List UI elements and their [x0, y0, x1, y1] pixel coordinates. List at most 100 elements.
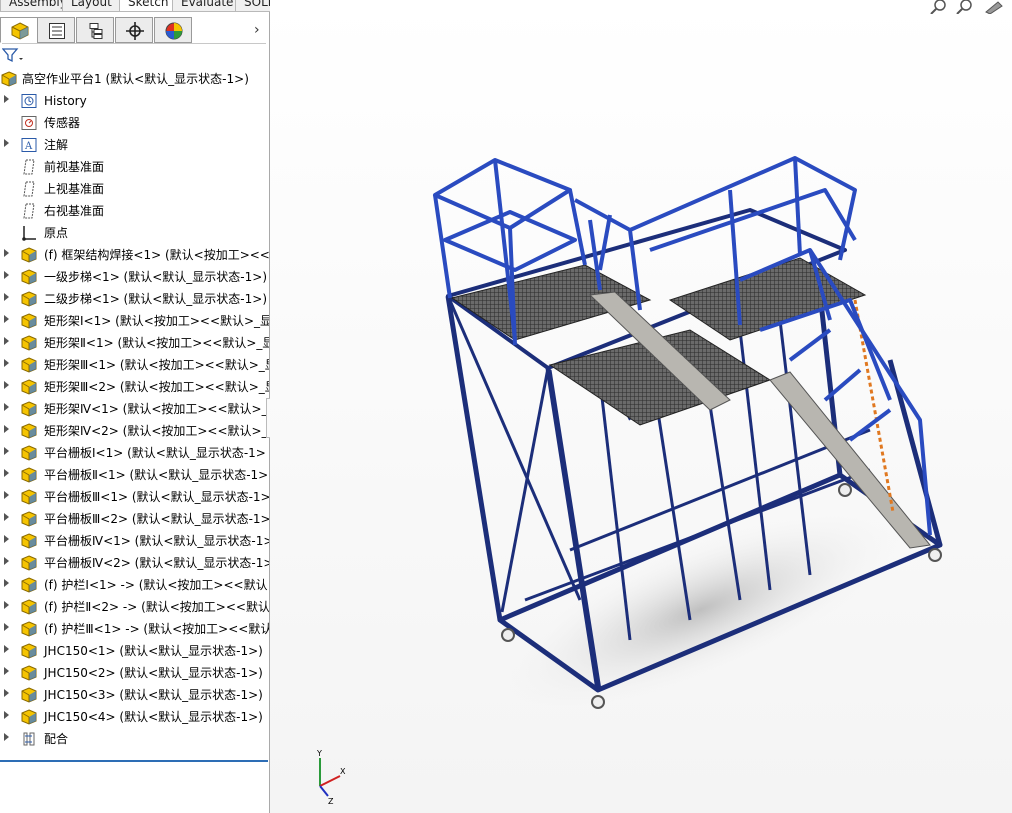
expand-caret-icon[interactable] — [4, 667, 9, 675]
tree-item-label: 平台栅板Ⅰ<1> (默认<默认_显示状态-1> — [44, 446, 266, 460]
tree-root[interactable]: 高空作业平台1 (默认<默认_显示状态-1>) — [0, 68, 269, 90]
feature-manager-panel: › 高空作业平台1 (默认<默认_显示状态-1>) History 传感器 A 注解前视… — [0, 12, 270, 813]
expand-caret-icon[interactable] — [4, 557, 9, 565]
part-icon — [0, 71, 18, 87]
tree-item[interactable]: 矩形架Ⅲ<2> (默认<按加工><<默认>_显 — [0, 376, 269, 398]
tree-item-label: 上视基准面 — [44, 182, 105, 196]
tree-filter[interactable] — [2, 43, 266, 66]
expand-caret-icon[interactable] — [4, 645, 9, 653]
tree-item[interactable]: History — [0, 90, 269, 112]
tree-item[interactable]: 传感器 — [0, 112, 269, 134]
tree-item[interactable]: 矩形架Ⅳ<1> (默认<按加工><<默认>_显 — [0, 398, 269, 420]
expand-caret-icon[interactable] — [4, 601, 9, 609]
tree-item[interactable]: 矩形架Ⅱ<1> (默认<按加工><<默认>_显 — [0, 332, 269, 354]
tree-item[interactable]: (f) 护栏Ⅱ<2> -> (默认<按加工><<默认 — [0, 596, 269, 618]
tree-item[interactable]: 平台栅板Ⅳ<2> (默认<默认_显示状态-1> — [0, 552, 269, 574]
expand-caret-icon[interactable] — [4, 403, 9, 411]
tree-item[interactable]: 配合 — [0, 728, 269, 750]
expand-caret-icon[interactable] — [4, 359, 9, 367]
tree-item[interactable]: 矩形架Ⅰ<1> (默认<按加工><<默认>_显 — [0, 310, 269, 332]
tree-item[interactable]: 平台栅板Ⅲ<1> (默认<默认_显示状态-1> — [0, 486, 269, 508]
part-icon — [20, 577, 38, 593]
tree-item[interactable]: 矩形架Ⅳ<2> (默认<按加工><<默认>_显 — [0, 420, 269, 442]
tree-item[interactable]: (f) 框架结构焊接<1> (默认<按加工><<默 — [0, 244, 269, 266]
expand-caret-icon[interactable] — [4, 469, 9, 477]
configuration-manager-icon — [89, 23, 103, 39]
expand-caret-icon[interactable] — [4, 513, 9, 521]
property-manager-tab[interactable] — [37, 17, 75, 43]
tree-item[interactable]: 原点 — [0, 222, 269, 244]
expand-caret-icon[interactable] — [4, 249, 9, 257]
tree-item[interactable]: 二级步梯<1> (默认<默认_显示状态-1>) — [0, 288, 269, 310]
tree-item[interactable]: 一级步梯<1> (默认<默认_显示状态-1>) — [0, 266, 269, 288]
expand-caret-icon[interactable] — [4, 139, 9, 147]
tree-item[interactable]: 矩形架Ⅲ<1> (默认<按加工><<默认>_显 — [0, 354, 269, 376]
tree-item[interactable]: 平台栅板Ⅲ<2> (默认<默认_显示状态-1> — [0, 508, 269, 530]
expand-caret-icon[interactable] — [4, 711, 9, 719]
chevron-right-icon[interactable]: › — [254, 22, 260, 38]
tree-item[interactable]: (f) 护栏Ⅲ<1> -> (默认<按加工><<默认 — [0, 618, 269, 640]
svg-text:A: A — [24, 141, 33, 152]
mates-icon — [20, 731, 38, 747]
display-manager-icon — [165, 22, 183, 40]
expand-caret-icon[interactable] — [4, 95, 9, 103]
expand-caret-icon[interactable] — [4, 579, 9, 587]
zoom-to-fit-icon[interactable] — [930, 0, 946, 14]
command-tab[interactable]: Evaluate — [172, 0, 243, 12]
tree-item-label: 平台栅板Ⅱ<1> (默认<默认_显示状态-1> — [44, 468, 269, 482]
graphics-viewport[interactable]: Y X Z — [270, 0, 1012, 813]
part-icon — [20, 555, 38, 571]
tree-item[interactable]: (f) 护栏Ⅰ<1> -> (默认<按加工><<默认 — [0, 574, 269, 596]
platform-model[interactable] — [270, 0, 1012, 813]
display-manager-tab[interactable] — [154, 17, 192, 43]
expand-caret-icon[interactable] — [4, 271, 9, 279]
tree-item[interactable]: JHC150<2> (默认<默认_显示状态-1>) — [0, 662, 269, 684]
expand-caret-icon[interactable] — [4, 337, 9, 345]
tree-item-label: 二级步梯<1> (默认<默认_显示状态-1>) — [44, 292, 267, 306]
tree-item-label: 矩形架Ⅳ<1> (默认<按加工><<默认>_显 — [44, 402, 269, 416]
expand-caret-icon[interactable] — [4, 381, 9, 389]
x-axis — [319, 775, 341, 787]
expand-caret-icon[interactable] — [4, 425, 9, 433]
tree-item[interactable]: 右视基准面 — [0, 200, 269, 222]
tree-item-label: 一级步梯<1> (默认<默认_显示状态-1>) — [44, 270, 267, 284]
part-icon — [20, 599, 38, 615]
part-icon — [20, 401, 38, 417]
tree-item[interactable]: 平台栅板Ⅰ<1> (默认<默认_显示状态-1> — [0, 442, 269, 464]
tree-item[interactable]: JHC150<3> (默认<默认_显示状态-1>) — [0, 684, 269, 706]
tree-item[interactable]: 平台栅板Ⅱ<1> (默认<默认_显示状态-1> — [0, 464, 269, 486]
command-tab[interactable]: Layout — [62, 0, 121, 12]
tree-item[interactable]: 上视基准面 — [0, 178, 269, 200]
zoom-area-icon[interactable] — [956, 0, 972, 14]
expand-caret-icon[interactable] — [4, 315, 9, 323]
expand-caret-icon[interactable] — [4, 447, 9, 455]
tree-item[interactable]: 前视基准面 — [0, 156, 269, 178]
tree-item-label: JHC150<4> (默认<默认_显示状态-1>) — [44, 710, 263, 724]
view-toolbar — [930, 0, 1003, 14]
expand-caret-icon[interactable] — [4, 535, 9, 543]
expand-caret-icon[interactable] — [4, 293, 9, 301]
expand-caret-icon[interactable] — [4, 491, 9, 499]
configuration-manager-tab[interactable] — [76, 17, 114, 43]
tree-item-label: 矩形架Ⅱ<1> (默认<按加工><<默认>_显 — [44, 336, 269, 350]
tree-item[interactable]: JHC150<4> (默认<默认_显示状态-1>) — [0, 706, 269, 728]
part-icon — [20, 643, 38, 659]
tree-item-label: 原点 — [44, 226, 69, 240]
tree-item[interactable]: A 注解 — [0, 134, 269, 156]
feature-manager-tab[interactable] — [0, 17, 38, 43]
previous-view-icon[interactable] — [985, 1, 1003, 14]
y-axis-label: Y — [316, 750, 322, 758]
expand-caret-icon[interactable] — [4, 733, 9, 741]
command-tab[interactable]: Sketch — [119, 0, 178, 12]
origin-icon — [20, 225, 38, 241]
reference-triad: Y X Z — [316, 750, 346, 806]
tree-item-label: JHC150<1> (默认<默认_显示状态-1>) — [44, 644, 263, 658]
expand-caret-icon[interactable] — [4, 623, 9, 631]
part-icon — [20, 467, 38, 483]
tree-item-label: 平台栅板Ⅳ<1> (默认<默认_显示状态-1> — [44, 534, 269, 548]
dimxpert-manager-tab[interactable] — [115, 17, 153, 43]
tree-item[interactable]: 平台栅板Ⅳ<1> (默认<默认_显示状态-1> — [0, 530, 269, 552]
tree-item[interactable]: JHC150<1> (默认<默认_显示状态-1>) — [0, 640, 269, 662]
tree-item-label: 注解 — [44, 138, 69, 152]
expand-caret-icon[interactable] — [4, 689, 9, 697]
